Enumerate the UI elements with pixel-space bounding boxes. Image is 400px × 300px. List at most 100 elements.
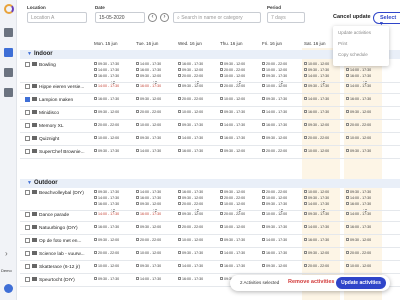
time-slot[interactable]: 14:00 - 17:30	[262, 110, 300, 115]
row-checkbox[interactable]	[25, 110, 30, 115]
time-slot[interactable]: 16:00 - 17:30	[346, 97, 384, 102]
time-slot[interactable]: 09:30 - 12:00	[220, 149, 258, 154]
slot-checkbox[interactable]	[346, 136, 349, 139]
slot-checkbox[interactable]	[136, 238, 139, 241]
time-slot[interactable]: 09:30 - 12:00	[94, 238, 132, 243]
time-slot[interactable]: 16:00 - 17:30	[178, 62, 216, 67]
time-slot[interactable]: 16:00 - 17:30	[136, 196, 174, 201]
row-checkbox[interactable]	[25, 136, 30, 141]
slot-checkbox[interactable]	[220, 264, 223, 267]
row-checkbox[interactable]	[25, 190, 30, 195]
date-input[interactable]: 15-05-2020	[95, 12, 145, 23]
time-slot[interactable]: 14:00 - 17:30	[220, 123, 258, 128]
remove-activities-button[interactable]: Remove activities	[288, 279, 334, 285]
slot-checkbox[interactable]	[178, 97, 181, 100]
activity-row[interactable]: SuperChef Brownie...	[20, 149, 92, 158]
time-slot[interactable]: 10:00 - 12:00	[220, 97, 258, 102]
slot-checkbox[interactable]	[136, 84, 139, 87]
select-button[interactable]: Select ▾	[373, 12, 400, 27]
slot-checkbox[interactable]	[262, 68, 265, 71]
location-select[interactable]: Location A	[27, 12, 87, 23]
time-slot[interactable]: 20:00 - 22:00	[136, 110, 174, 115]
time-slot[interactable]: 09:30 - 12:00	[304, 251, 342, 256]
time-slot[interactable]: 16:00 - 17:30	[136, 84, 174, 89]
calendar-icon[interactable]	[4, 48, 13, 57]
time-slot[interactable]: 10:00 - 12:00	[304, 149, 342, 154]
slot-checkbox[interactable]	[94, 74, 97, 77]
time-slot[interactable]: 09:30 - 12:00	[262, 264, 300, 269]
slot-checkbox[interactable]	[262, 225, 265, 228]
slot-checkbox[interactable]	[262, 251, 265, 254]
slot-checkbox[interactable]	[94, 62, 97, 65]
slot-checkbox[interactable]	[94, 190, 97, 193]
time-slot[interactable]: 09:30 - 17:30	[94, 277, 132, 282]
time-slot[interactable]: 14:00 - 17:30	[136, 62, 174, 67]
time-slot[interactable]: 09:30 - 17:30	[262, 202, 300, 207]
slot-checkbox[interactable]	[220, 136, 223, 139]
slot-checkbox[interactable]	[346, 196, 349, 199]
activity-row[interactable]: Natuurbingo (DIY)	[20, 225, 92, 234]
slot-checkbox[interactable]	[262, 264, 265, 267]
slot-checkbox[interactable]	[220, 225, 223, 228]
time-slot[interactable]: 14:00 - 17:30	[136, 149, 174, 154]
time-slot[interactable]: 09:30 - 17:30	[304, 68, 342, 73]
slot-checkbox[interactable]	[220, 149, 223, 152]
time-slot[interactable]: 10:00 - 12:00	[220, 74, 258, 79]
slot-checkbox[interactable]	[304, 110, 307, 113]
slot-checkbox[interactable]	[304, 238, 307, 241]
time-slot[interactable]: 14:00 - 17:30	[136, 190, 174, 195]
activity-row[interactable]: Bowling	[20, 62, 92, 71]
slot-checkbox[interactable]	[262, 62, 265, 65]
slot-checkbox[interactable]	[178, 110, 181, 113]
time-slot[interactable]: 20:00 - 22:00	[262, 149, 300, 154]
time-slot[interactable]: 10:00 - 12:00	[262, 196, 300, 201]
time-slot[interactable]: 14:00 - 17:30	[94, 212, 132, 217]
slot-checkbox[interactable]	[346, 149, 349, 152]
row-checkbox[interactable]	[25, 225, 30, 230]
menu-item-update[interactable]: Update activities	[333, 26, 389, 37]
prev-arrow-icon[interactable]: ‹	[148, 13, 157, 22]
slot-checkbox[interactable]	[304, 149, 307, 152]
time-slot[interactable]: 16:00 - 17:30	[262, 251, 300, 256]
slot-checkbox[interactable]	[220, 84, 223, 87]
slot-checkbox[interactable]	[178, 277, 181, 280]
time-slot[interactable]: 14:00 - 17:30	[304, 225, 342, 230]
time-slot[interactable]: 16:00 - 17:30	[346, 74, 384, 79]
slot-checkbox[interactable]	[178, 212, 181, 215]
slot-checkbox[interactable]	[304, 123, 307, 126]
slot-checkbox[interactable]	[304, 225, 307, 228]
time-slot[interactable]: 09:30 - 17:30	[262, 97, 300, 102]
time-slot[interactable]: 09:30 - 12:00	[304, 123, 342, 128]
row-checkbox[interactable]	[25, 277, 30, 282]
slot-checkbox[interactable]	[304, 136, 307, 139]
slot-checkbox[interactable]	[178, 84, 181, 87]
slot-checkbox[interactable]	[262, 74, 265, 77]
slot-checkbox[interactable]	[136, 62, 139, 65]
settings-icon[interactable]	[4, 88, 13, 97]
slot-checkbox[interactable]	[346, 123, 349, 126]
row-checkbox[interactable]	[25, 251, 30, 256]
menu-item-copy[interactable]: Copy schedule	[333, 48, 389, 59]
slot-checkbox[interactable]	[178, 251, 181, 254]
time-slot[interactable]: 10:00 - 12:00	[220, 202, 258, 207]
row-checkbox[interactable]	[25, 238, 30, 243]
slot-checkbox[interactable]	[94, 277, 97, 280]
time-slot[interactable]: 09:30 - 12:00	[178, 196, 216, 201]
time-slot[interactable]: 20:00 - 22:00	[94, 123, 132, 128]
time-slot[interactable]: 09:30 - 12:00	[178, 84, 216, 89]
slot-checkbox[interactable]	[346, 251, 349, 254]
time-slot[interactable]: 16:00 - 17:30	[136, 68, 174, 73]
time-slot[interactable]: 09:30 - 12:00	[178, 68, 216, 73]
time-slot[interactable]: 16:00 - 17:30	[94, 97, 132, 102]
time-slot[interactable]: 16:00 - 17:30	[346, 202, 384, 207]
time-slot[interactable]: 09:30 - 12:00	[94, 110, 132, 115]
slot-checkbox[interactable]	[94, 123, 97, 126]
slot-checkbox[interactable]	[346, 238, 349, 241]
slot-checkbox[interactable]	[220, 238, 223, 241]
activity-row[interactable]: Science lab - vuurw...	[20, 251, 92, 260]
slot-checkbox[interactable]	[346, 74, 349, 77]
time-slot[interactable]: 10:00 - 12:00	[262, 84, 300, 89]
slot-checkbox[interactable]	[346, 190, 349, 193]
time-slot[interactable]: 20:00 - 22:00	[220, 84, 258, 89]
time-slot[interactable]: 09:30 - 17:30	[220, 238, 258, 243]
